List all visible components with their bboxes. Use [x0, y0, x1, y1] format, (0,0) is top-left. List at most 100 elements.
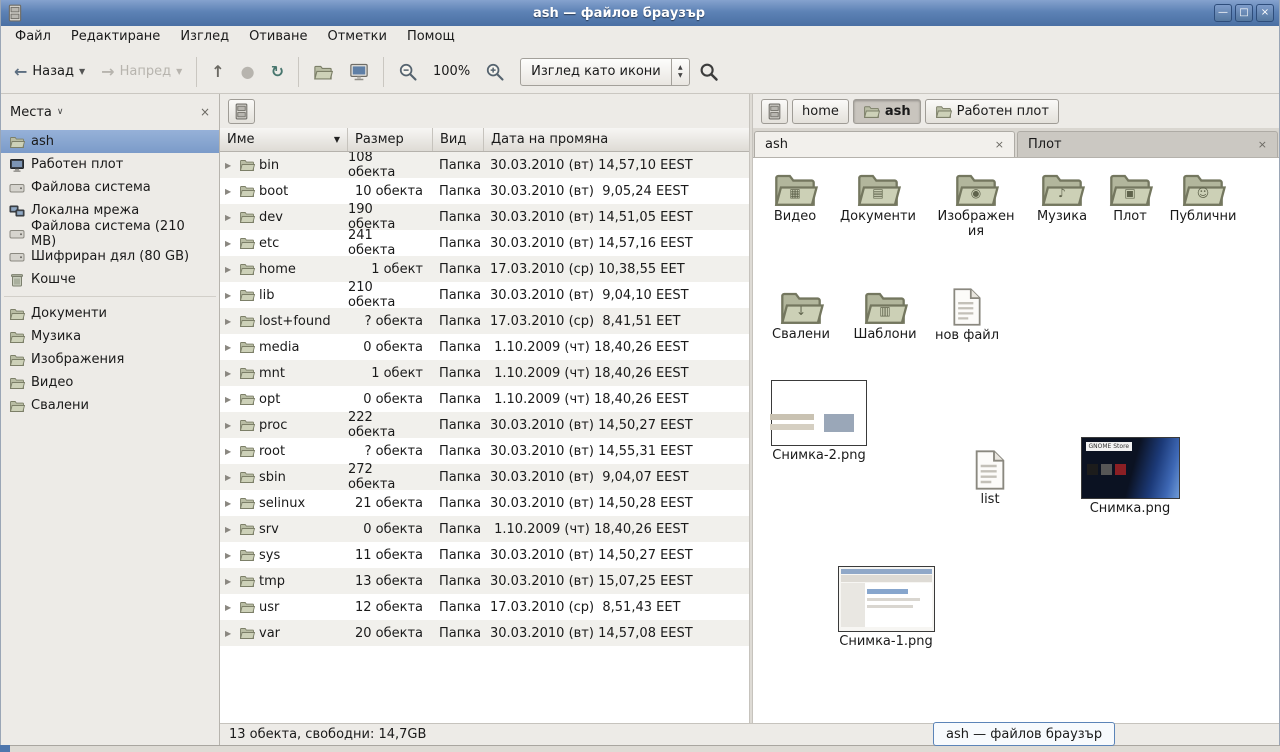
minimize-button[interactable]: —	[1214, 4, 1232, 22]
path-button-home[interactable]: home	[792, 99, 849, 124]
path-button-root[interactable]	[761, 99, 788, 124]
expander-icon[interactable]: ▶	[225, 239, 235, 248]
sidebar-item-desktop[interactable]: Работен плот	[1, 153, 219, 176]
path-button-desktop[interactable]: Работен плот	[925, 99, 1059, 124]
file-row-root[interactable]: ▶root? обектаПапка30.03.2010 (вт) 14,55,…	[220, 438, 749, 464]
menu-edit[interactable]: Редактиране	[61, 26, 170, 50]
expander-icon[interactable]: ▶	[225, 317, 235, 326]
root-path-button[interactable]	[228, 99, 255, 124]
file-row-tmp[interactable]: ▶tmp13 обектаПапка30.03.2010 (вт) 15,07,…	[220, 568, 749, 594]
icon-templates[interactable]: ▥Шаблони	[843, 292, 927, 343]
back-button[interactable]: ← Назад ▼	[7, 58, 92, 86]
expander-icon[interactable]: ▶	[225, 551, 235, 560]
expander-icon[interactable]: ▶	[225, 369, 235, 378]
computer-button[interactable]	[342, 56, 376, 88]
home-button[interactable]	[306, 56, 340, 88]
icon-downloads[interactable]: ↓Свалени	[759, 292, 843, 343]
expander-icon[interactable]: ▶	[225, 187, 235, 196]
icon-pictures[interactable]: ◉Изображения	[934, 174, 1018, 240]
file-row-home[interactable]: ▶home1 обектПапка17.03.2010 (ср) 10,38,5…	[220, 256, 749, 282]
forward-button[interactable]: → Напред ▼	[94, 58, 189, 86]
icon-list-file[interactable]: list	[948, 450, 1032, 508]
file-row-proc[interactable]: ▶proc222 обектаПапка30.03.2010 (вт) 14,5…	[220, 412, 749, 438]
icon-new-file[interactable]: нов файл	[925, 288, 1009, 344]
tab-close-icon[interactable]: ×	[1258, 138, 1267, 151]
menu-bookmarks[interactable]: Отметки	[317, 26, 396, 50]
sidebar-item-ash[interactable]: ash	[1, 130, 219, 153]
icon-plot[interactable]: ▣Плот	[1088, 174, 1172, 225]
column-header-size[interactable]: Размер	[348, 128, 433, 151]
taskbar-item[interactable]	[0, 745, 10, 752]
sidebar-item-trash[interactable]: Кошче	[1, 268, 219, 291]
file-row-opt[interactable]: ▶opt0 обектаПапка 1.10.2009 (чт) 18,40,2…	[220, 386, 749, 412]
sidebar-item-filesystem-210mb[interactable]: Файлова система (210 MB)	[1, 222, 219, 245]
expander-icon[interactable]: ▶	[225, 499, 235, 508]
chevron-down-icon[interactable]: ∨	[57, 107, 64, 117]
menu-view[interactable]: Изглед	[170, 26, 239, 50]
icon-public[interactable]: ☺Публични	[1161, 174, 1245, 225]
file-row-lib[interactable]: ▶lib210 обектаПапка30.03.2010 (вт) 9,04,…	[220, 282, 749, 308]
expander-icon[interactable]: ▶	[225, 525, 235, 534]
icon-snimka-png[interactable]: GNOME Store Снимка.png	[1080, 437, 1180, 517]
titlebar[interactable]: ash — файлов браузър — □ ×	[1, 0, 1279, 26]
expander-icon[interactable]: ▶	[225, 447, 235, 456]
file-row-media[interactable]: ▶media0 обектаПапка 1.10.2009 (чт) 18,40…	[220, 334, 749, 360]
file-row-srv[interactable]: ▶srv0 обектаПапка 1.10.2009 (чт) 18,40,2…	[220, 516, 749, 542]
column-header-type[interactable]: Вид	[433, 128, 484, 151]
file-row-dev[interactable]: ▶dev190 обектаПапка30.03.2010 (вт) 14,51…	[220, 204, 749, 230]
expander-icon[interactable]: ▶	[225, 265, 235, 274]
file-row-selinux[interactable]: ▶selinux21 обектаПапка30.03.2010 (вт) 14…	[220, 490, 749, 516]
expander-icon[interactable]: ▶	[225, 343, 235, 352]
sidebar-item-downloads[interactable]: Свалени	[1, 394, 219, 417]
view-mode-select[interactable]: Изглед като икони ▲ ▼	[520, 58, 690, 86]
expander-icon[interactable]: ▶	[225, 213, 235, 222]
zoom-out-button[interactable]	[391, 56, 425, 88]
expander-icon[interactable]: ▶	[225, 395, 235, 404]
expander-icon[interactable]: ▶	[225, 629, 235, 638]
expander-icon[interactable]: ▶	[225, 161, 235, 170]
tab-ash[interactable]: ash×	[754, 131, 1015, 157]
file-row-var[interactable]: ▶var20 обектаПапка30.03.2010 (вт) 14,57,…	[220, 620, 749, 646]
icon-documents[interactable]: ▤Документи	[836, 174, 920, 225]
sidebar-item-filesystem[interactable]: Файлова система	[1, 176, 219, 199]
file-row-bin[interactable]: ▶bin108 обектаПапка30.03.2010 (вт) 14,57…	[220, 152, 749, 178]
file-row-lost-found[interactable]: ▶lost+found? обектаПапка17.03.2010 (ср) …	[220, 308, 749, 334]
reload-button[interactable]: ↻	[264, 58, 291, 86]
file-row-boot[interactable]: ▶boot10 обектаПапка30.03.2010 (вт) 9,05,…	[220, 178, 749, 204]
expander-icon[interactable]: ▶	[225, 577, 235, 586]
back-dropdown-icon[interactable]: ▼	[79, 67, 85, 76]
tab-plot[interactable]: Плот×	[1017, 131, 1278, 157]
sidebar-title[interactable]: Места	[10, 105, 52, 120]
icon-video[interactable]: ▦Видео	[753, 174, 837, 225]
column-header-date[interactable]: Дата на промяна	[484, 128, 749, 151]
column-header-name[interactable]: Име▼	[220, 128, 348, 151]
sidebar-item-music[interactable]: Музика	[1, 325, 219, 348]
up-button[interactable]: ↑	[204, 58, 231, 86]
menu-help[interactable]: Помощ	[397, 26, 465, 50]
sidebar-close-icon[interactable]: ×	[200, 105, 210, 119]
expander-icon[interactable]: ▶	[225, 473, 235, 482]
file-row-usr[interactable]: ▶usr12 обектаПапка17.03.2010 (ср) 8,51,4…	[220, 594, 749, 620]
menu-go[interactable]: Отиване	[239, 26, 317, 50]
maximize-button[interactable]: □	[1235, 4, 1253, 22]
sidebar-item-encrypted-80gb[interactable]: Шифриран дял (80 GB)	[1, 245, 219, 268]
path-button-ash[interactable]: ash	[853, 99, 921, 124]
expander-icon[interactable]: ▶	[225, 603, 235, 612]
expander-icon[interactable]: ▶	[225, 421, 235, 430]
zoom-in-button[interactable]	[478, 56, 512, 88]
sidebar-item-pictures[interactable]: Изображения	[1, 348, 219, 371]
search-button[interactable]	[692, 56, 726, 88]
sidebar-item-video[interactable]: Видео	[1, 371, 219, 394]
icon-snimka-2-png[interactable]: GUADEC Снимка-2.png	[769, 380, 869, 464]
menu-file[interactable]: Файл	[5, 26, 61, 50]
file-row-sys[interactable]: ▶sys11 обектаПапка30.03.2010 (вт) 14,50,…	[220, 542, 749, 568]
sidebar-item-documents[interactable]: Документи	[1, 302, 219, 325]
file-row-mnt[interactable]: ▶mnt1 обектПапка 1.10.2009 (чт) 18,40,26…	[220, 360, 749, 386]
file-row-etc[interactable]: ▶etc241 обектаПапка30.03.2010 (вт) 14,57…	[220, 230, 749, 256]
expander-icon[interactable]: ▶	[225, 291, 235, 300]
icon-snimka-1-png[interactable]: Снимка-1.png	[836, 566, 936, 650]
stop-button[interactable]: ●	[234, 58, 262, 86]
file-row-sbin[interactable]: ▶sbin272 обектаПапка30.03.2010 (вт) 9,04…	[220, 464, 749, 490]
tab-close-icon[interactable]: ×	[995, 138, 1004, 151]
close-button[interactable]: ×	[1256, 4, 1274, 22]
